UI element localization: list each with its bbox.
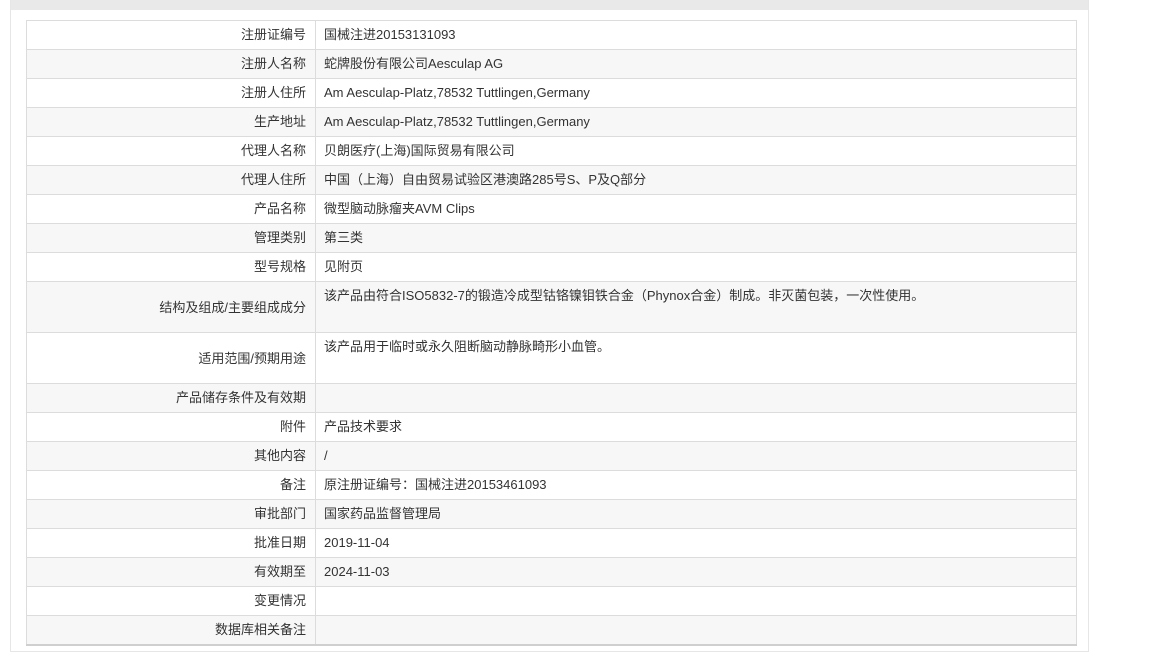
row-label: 备注 bbox=[26, 470, 316, 500]
row-value bbox=[315, 586, 1077, 616]
row-value: 中国（上海）自由贸易试验区港澳路285号S、P及Q部分 bbox=[315, 165, 1077, 195]
table-row: 其他内容 / bbox=[26, 441, 1077, 471]
table-row: 代理人住所 中国（上海）自由贸易试验区港澳路285号S、P及Q部分 bbox=[26, 165, 1077, 195]
detail-panel: 注册证编号 国械注进20153131093 注册人名称 蛇牌股份有限公司Aesc… bbox=[10, 0, 1089, 652]
row-value: 该产品由符合ISO5832-7的锻造冷成型钴铬镍钼铁合金（Phynox合金）制成… bbox=[315, 281, 1077, 333]
row-value: 国家药品监督管理局 bbox=[315, 499, 1077, 529]
row-value: 2019-11-04 bbox=[315, 528, 1077, 558]
row-label: 产品名称 bbox=[26, 194, 316, 224]
table-row: 管理类别 第三类 bbox=[26, 223, 1077, 253]
row-label: 代理人住所 bbox=[26, 165, 316, 195]
row-label: 数据库相关备注 bbox=[26, 615, 316, 646]
row-value: Am Aesculap-Platz,78532 Tuttlingen,Germa… bbox=[315, 107, 1077, 137]
row-label: 代理人名称 bbox=[26, 136, 316, 166]
row-value: 微型脑动脉瘤夹AVM Clips bbox=[315, 194, 1077, 224]
row-label: 变更情况 bbox=[26, 586, 316, 616]
table-row: 有效期至 2024-11-03 bbox=[26, 557, 1077, 587]
row-value: 贝朗医疗(上海)国际贸易有限公司 bbox=[315, 136, 1077, 166]
row-label: 有效期至 bbox=[26, 557, 316, 587]
row-label: 管理类别 bbox=[26, 223, 316, 253]
table-row: 型号规格 见附页 bbox=[26, 252, 1077, 282]
row-label: 结构及组成/主要组成成分 bbox=[26, 281, 316, 333]
table-row: 生产地址 Am Aesculap-Platz,78532 Tuttlingen,… bbox=[26, 107, 1077, 137]
row-label: 注册人名称 bbox=[26, 49, 316, 79]
row-label: 批准日期 bbox=[26, 528, 316, 558]
table-row: 产品名称 微型脑动脉瘤夹AVM Clips bbox=[26, 194, 1077, 224]
row-value: 原注册证编号：国械注进20153461093 bbox=[315, 470, 1077, 500]
row-label: 附件 bbox=[26, 412, 316, 442]
row-value: 2024-11-03 bbox=[315, 557, 1077, 587]
row-value bbox=[315, 615, 1077, 646]
table-row: 注册证编号 国械注进20153131093 bbox=[26, 20, 1077, 50]
table-row: 备注 原注册证编号：国械注进20153461093 bbox=[26, 470, 1077, 500]
row-label: 注册证编号 bbox=[26, 20, 316, 50]
table-row: 数据库相关备注 bbox=[26, 615, 1077, 646]
panel-header-bar bbox=[11, 0, 1088, 10]
row-label: 产品储存条件及有效期 bbox=[26, 383, 316, 413]
row-value: 第三类 bbox=[315, 223, 1077, 253]
row-label: 注册人住所 bbox=[26, 78, 316, 108]
table-row: 注册人住所 Am Aesculap-Platz,78532 Tuttlingen… bbox=[26, 78, 1077, 108]
row-value: 见附页 bbox=[315, 252, 1077, 282]
table-row: 审批部门 国家药品监督管理局 bbox=[26, 499, 1077, 529]
table-row: 变更情况 bbox=[26, 586, 1077, 616]
row-label: 适用范围/预期用途 bbox=[26, 332, 316, 384]
registration-detail-table: 注册证编号 国械注进20153131093 注册人名称 蛇牌股份有限公司Aesc… bbox=[26, 20, 1077, 646]
table-row: 结构及组成/主要组成成分 该产品由符合ISO5832-7的锻造冷成型钴铬镍钼铁合… bbox=[26, 281, 1077, 333]
row-value: / bbox=[315, 441, 1077, 471]
table-row: 附件 产品技术要求 bbox=[26, 412, 1077, 442]
table-row: 批准日期 2019-11-04 bbox=[26, 528, 1077, 558]
table-row: 适用范围/预期用途 该产品用于临时或永久阻断脑动静脉畸形小血管。 bbox=[26, 332, 1077, 384]
table-row: 代理人名称 贝朗医疗(上海)国际贸易有限公司 bbox=[26, 136, 1077, 166]
row-value: 产品技术要求 bbox=[315, 412, 1077, 442]
row-label: 审批部门 bbox=[26, 499, 316, 529]
table-row: 产品储存条件及有效期 bbox=[26, 383, 1077, 413]
row-label: 其他内容 bbox=[26, 441, 316, 471]
row-value: 蛇牌股份有限公司Aesculap AG bbox=[315, 49, 1077, 79]
row-value: 该产品用于临时或永久阻断脑动静脉畸形小血管。 bbox=[315, 332, 1077, 384]
row-label: 型号规格 bbox=[26, 252, 316, 282]
row-value bbox=[315, 383, 1077, 413]
row-value: 国械注进20153131093 bbox=[315, 20, 1077, 50]
table-row: 注册人名称 蛇牌股份有限公司Aesculap AG bbox=[26, 49, 1077, 79]
row-value: Am Aesculap-Platz,78532 Tuttlingen,Germa… bbox=[315, 78, 1077, 108]
row-label: 生产地址 bbox=[26, 107, 316, 137]
